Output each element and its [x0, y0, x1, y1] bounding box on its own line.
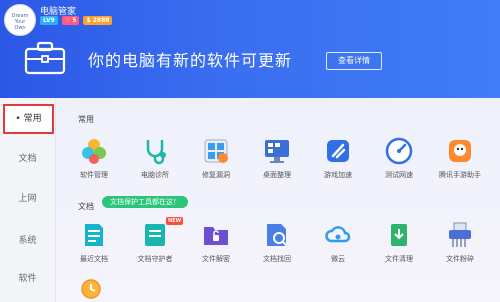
user-badges: LV9 ♡ 5 $ 2888: [40, 16, 113, 25]
tool-label: 文件清理: [385, 255, 413, 263]
sidebar-item-label: •: [15, 114, 24, 124]
doc-guardian-icon: [145, 224, 165, 246]
heart-badge[interactable]: ♡ 5: [61, 16, 80, 25]
tool-pc-clinic[interactable]: 电脑诊所: [127, 136, 183, 186]
sidebar-item-system[interactable]: 系统: [0, 226, 55, 256]
weiyun-icon: [325, 226, 351, 243]
tool-label: 修复漏洞: [202, 171, 230, 179]
pc-clinic-icon: [146, 140, 166, 165]
tool-label: 软件管理: [80, 171, 108, 179]
tool-label: 文件粉碎: [446, 255, 474, 263]
tool-label: 文档找回: [263, 255, 291, 263]
tool-file-cleanup[interactable]: 文件清理: [371, 220, 427, 270]
tool-label: 文件解密: [202, 255, 230, 263]
tool-file-decrypt[interactable]: 文件解密: [188, 220, 244, 270]
tool-label: 电脑诊所: [141, 171, 169, 179]
doc-recover-icon: [267, 224, 288, 247]
tool-recent-docs[interactable]: 最近文档: [66, 220, 122, 270]
file-decrypt-icon: [204, 227, 228, 245]
level-badge[interactable]: LV9: [40, 16, 58, 25]
section-title-docs: 文档: [78, 202, 94, 211]
clock-history-icon[interactable]: [80, 278, 102, 300]
tool-desktop-organize[interactable]: 桌面整理: [249, 136, 305, 186]
app-logo: Dream Your Own: [4, 4, 36, 36]
sidebar: • 常用 文档 上网 系统 软件: [0, 98, 56, 302]
main-content: 常用 软件管理 电脑诊所 修复漏洞 桌面整理 游戏加速 测试网速 腾讯手游助手 …: [56, 98, 500, 302]
update-message: 你的电脑有新的软件可更新: [88, 51, 293, 70]
tool-software-manager[interactable]: 软件管理: [66, 136, 122, 186]
file-cleanup-icon: [391, 224, 407, 246]
sidebar-item-label: 常用: [23, 114, 42, 124]
mobile-game-assistant-icon: [449, 140, 471, 162]
tool-game-accelerate[interactable]: 游戏加速: [310, 136, 366, 186]
sidebar-item-common[interactable]: • 常用: [3, 104, 54, 134]
tool-file-shred[interactable]: 文件粉碎: [432, 220, 488, 270]
desktop-organize-icon: [265, 140, 289, 163]
tool-label: 桌面整理: [263, 171, 291, 179]
new-badge: NEW: [166, 217, 184, 225]
software-manager-icon: [82, 139, 106, 164]
sidebar-item-web[interactable]: 上网: [0, 184, 55, 214]
tool-weiyun[interactable]: 微云: [310, 220, 366, 270]
tool-label: 腾讯手游助手: [439, 171, 481, 179]
recent-docs-icon: [85, 224, 103, 246]
tool-mobile-game-assistant[interactable]: 腾讯手游助手: [432, 136, 488, 186]
patch-vulnerability-icon: [204, 139, 228, 163]
view-details-button[interactable]: 查看详情: [326, 52, 382, 70]
coin-badge[interactable]: $ 2888: [83, 16, 113, 25]
file-shred-icon: [449, 222, 471, 247]
tool-doc-guardian[interactable]: NEW 文档守护者: [127, 217, 184, 270]
tool-label: 文档守护者: [137, 255, 173, 263]
briefcase-icon: [24, 41, 66, 75]
tool-label: 最近文档: [80, 255, 108, 263]
docs-tooltip: 文档保护工具都在这！: [102, 196, 188, 208]
tool-label: 微云: [331, 255, 345, 263]
sidebar-item-docs[interactable]: 文档: [0, 144, 55, 174]
tool-speed-test[interactable]: 测试网速: [371, 136, 427, 186]
speed-test-icon: [385, 137, 413, 165]
game-accelerate-icon: [327, 140, 349, 162]
sidebar-item-software[interactable]: 软件: [0, 264, 55, 294]
tool-label: 游戏加速: [324, 171, 352, 179]
section-title-common: 常用: [78, 115, 94, 124]
svg-text:Own: Own: [14, 25, 25, 31]
tool-patch-vulnerability[interactable]: 修复漏洞: [188, 136, 244, 186]
tool-label: 测试网速: [385, 171, 413, 179]
tool-doc-recover[interactable]: 文档找回: [249, 220, 305, 270]
header-banner: Dream Your Own 电脑管家 LV9 ♡ 5 $ 2888 你的电脑有…: [0, 0, 500, 98]
